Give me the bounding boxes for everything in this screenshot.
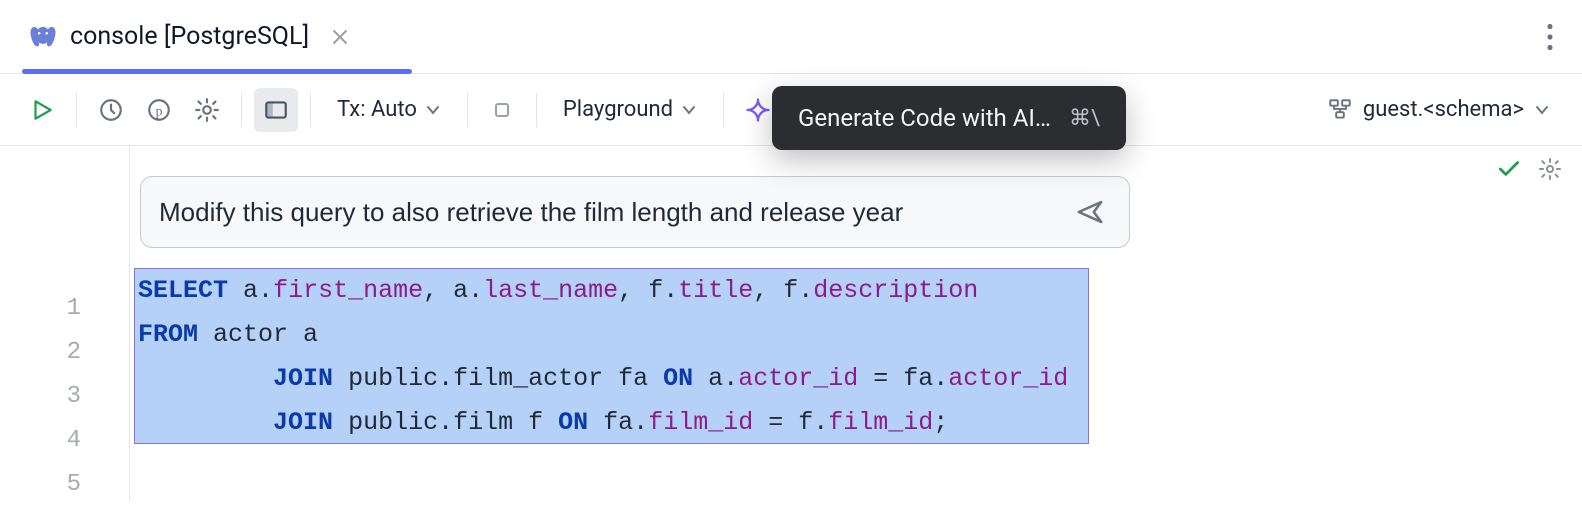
history-icon[interactable]	[89, 88, 133, 132]
close-icon[interactable]	[327, 24, 353, 50]
line-number: 5	[0, 462, 129, 506]
code-line: JOIN public.film_actor fa ON a.actor_id …	[138, 356, 1570, 400]
run-button[interactable]	[20, 88, 64, 132]
gear-icon[interactable]	[1538, 157, 1562, 181]
line-number: 2	[0, 330, 129, 374]
ai-prompt-input[interactable]	[159, 197, 1069, 228]
toolbar: p Tx: Auto Playground guest.<schema> Gen…	[0, 74, 1582, 146]
editor: 1 2 3 4 5 SELECT a.first_name, a.last_na…	[0, 146, 1582, 500]
svg-text:p: p	[155, 103, 162, 119]
more-icon[interactable]	[1518, 23, 1582, 51]
code-lines[interactable]: SELECT a.first_name, a.last_name, f.titl…	[134, 268, 1570, 488]
settings-icon[interactable]	[185, 88, 229, 132]
code-line	[138, 444, 1570, 488]
line-number: 1	[0, 286, 129, 330]
separator	[310, 93, 311, 127]
tx-label: Tx: Auto	[337, 97, 417, 122]
code-line: FROM actor a	[138, 312, 1570, 356]
separator	[536, 93, 537, 127]
code-line: SELECT a.first_name, a.last_name, f.titl…	[138, 268, 1570, 312]
tooltip-label: Generate Code with AI…	[798, 104, 1051, 132]
separator	[467, 93, 468, 127]
playground-dropdown[interactable]: Playground	[549, 88, 711, 132]
schema-picker[interactable]: guest.<schema>	[1315, 97, 1562, 123]
line-number: 4	[0, 418, 129, 462]
tx-mode-dropdown[interactable]: Tx: Auto	[323, 88, 455, 132]
stop-icon[interactable]	[480, 88, 524, 132]
separator	[723, 93, 724, 127]
schema-label: guest.<schema>	[1363, 97, 1524, 122]
tab-title: console [PostgreSQL]	[70, 22, 309, 51]
playground-label: Playground	[563, 97, 673, 122]
send-icon[interactable]	[1069, 191, 1111, 233]
editor-tab[interactable]: console [PostgreSQL]	[22, 0, 327, 73]
separator	[241, 93, 242, 127]
ai-prompt-box	[140, 176, 1130, 248]
chevron-down-icon	[425, 102, 441, 118]
status-icons	[1496, 156, 1562, 182]
chevron-down-icon	[681, 102, 697, 118]
schema-icon	[1327, 97, 1353, 123]
output-layout-icon[interactable]	[254, 88, 298, 132]
code-line: JOIN public.film f ON fa.film_id = f.fil…	[138, 400, 1570, 444]
check-icon	[1496, 156, 1522, 182]
elephant-icon	[28, 22, 58, 52]
tooltip-shortcut: ⌘\	[1069, 106, 1100, 131]
ai-tooltip: Generate Code with AI… ⌘\	[772, 86, 1126, 150]
parameters-icon[interactable]: p	[137, 88, 181, 132]
code-area[interactable]: SELECT a.first_name, a.last_name, f.titl…	[130, 146, 1582, 500]
gutter: 1 2 3 4 5	[0, 146, 130, 500]
separator	[76, 93, 77, 127]
tab-bar: console [PostgreSQL]	[0, 0, 1582, 74]
chevron-down-icon	[1534, 102, 1550, 118]
line-number: 3	[0, 374, 129, 418]
